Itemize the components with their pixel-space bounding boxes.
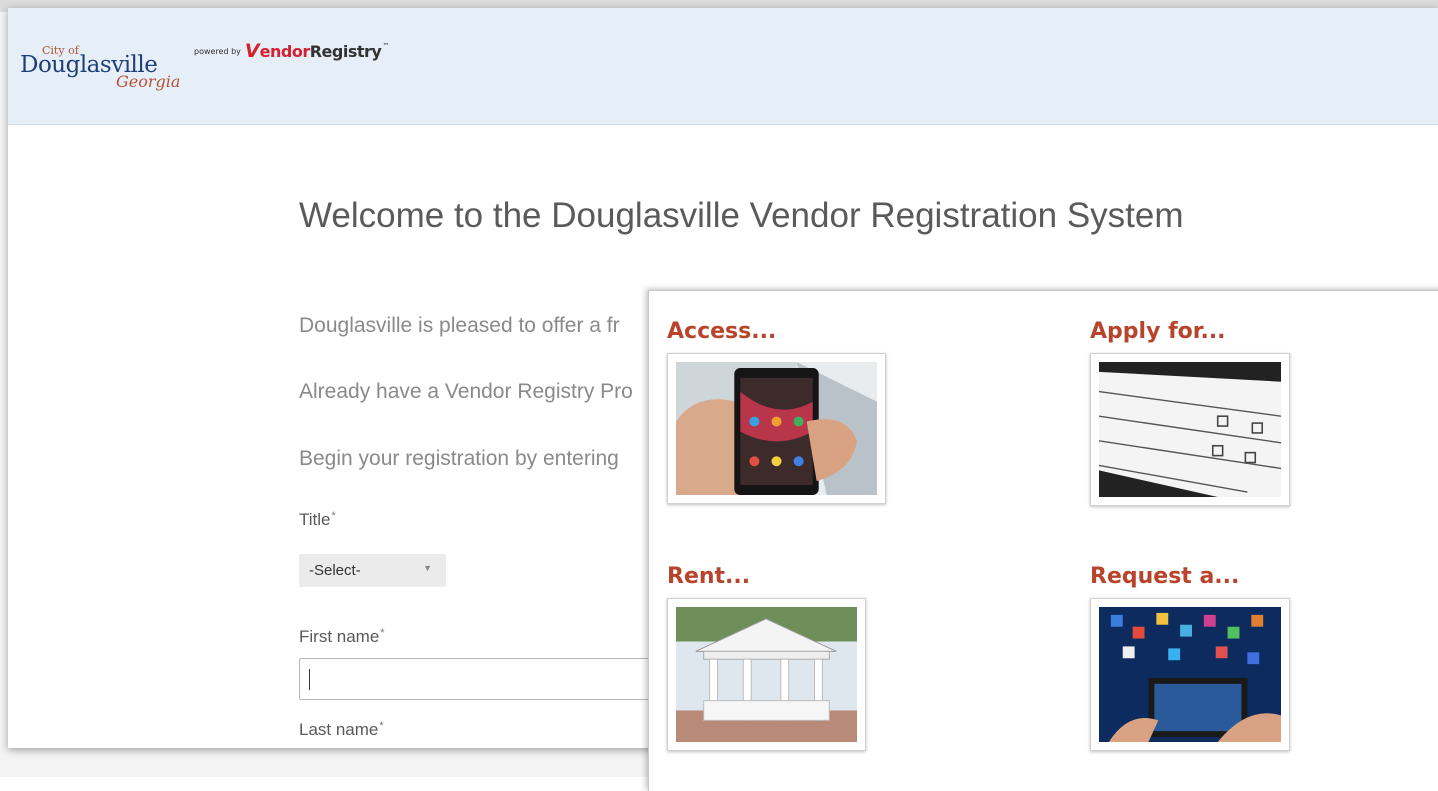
powered-by-text: powered by [194, 46, 241, 56]
city-logo[interactable]: City of Douglasville Georgia [20, 44, 190, 100]
city-logo-state: Georgia [116, 72, 181, 91]
tablet-apps-photo-icon[interactable] [1090, 598, 1290, 751]
first-name-label-text: First name [299, 627, 380, 646]
first-name-input[interactable] [299, 658, 659, 700]
title-select-value: -Select- [309, 562, 361, 579]
vendor-registry-logo[interactable]: powered by V endor Registry ™ [194, 38, 389, 64]
page-title: Welcome to the Douglasville Vendor Regis… [299, 196, 1184, 235]
vendor-registry-name-dark: Registry [309, 41, 382, 61]
last-name-label-text: Last name [299, 720, 379, 739]
title-label-text: Title [299, 510, 331, 529]
intro-paragraph-3: Begin your registration by entering [299, 447, 619, 470]
intro-paragraph-2: Already have a Vendor Registry Pro [299, 380, 633, 403]
service-request-title[interactable]: Request a... [1090, 564, 1239, 589]
service-rent-title[interactable]: Rent... [667, 564, 750, 589]
first-name-field-label: First name* [299, 627, 385, 647]
service-apply-title[interactable]: Apply for... [1090, 319, 1226, 344]
title-field-label: Title* [299, 510, 336, 530]
site-header: City of Douglasville Georgia powered by … [8, 8, 1438, 125]
trademark-symbol: ™ [382, 42, 390, 50]
required-marker: * [379, 720, 384, 732]
services-overlay-panel: Access... Apply for... Rent... Request a… [648, 290, 1438, 791]
gazebo-photo-icon[interactable] [667, 598, 866, 751]
smartphone-photo-icon[interactable] [667, 353, 886, 504]
required-marker: * [380, 627, 385, 639]
required-marker: * [331, 510, 336, 522]
text-cursor [309, 669, 310, 690]
application-form-photo-icon[interactable] [1090, 353, 1290, 506]
caret-down-icon: ▼ [423, 563, 432, 573]
title-select[interactable]: -Select- ▼ [299, 554, 446, 587]
intro-paragraph-1: Douglasville is pleased to offer a fr [299, 314, 620, 337]
vendor-registry-mark-icon: V [244, 40, 260, 62]
vendor-registry-name-red: endor [259, 41, 311, 61]
last-name-field-label: Last name* [299, 720, 384, 740]
service-access-title[interactable]: Access... [667, 319, 776, 344]
